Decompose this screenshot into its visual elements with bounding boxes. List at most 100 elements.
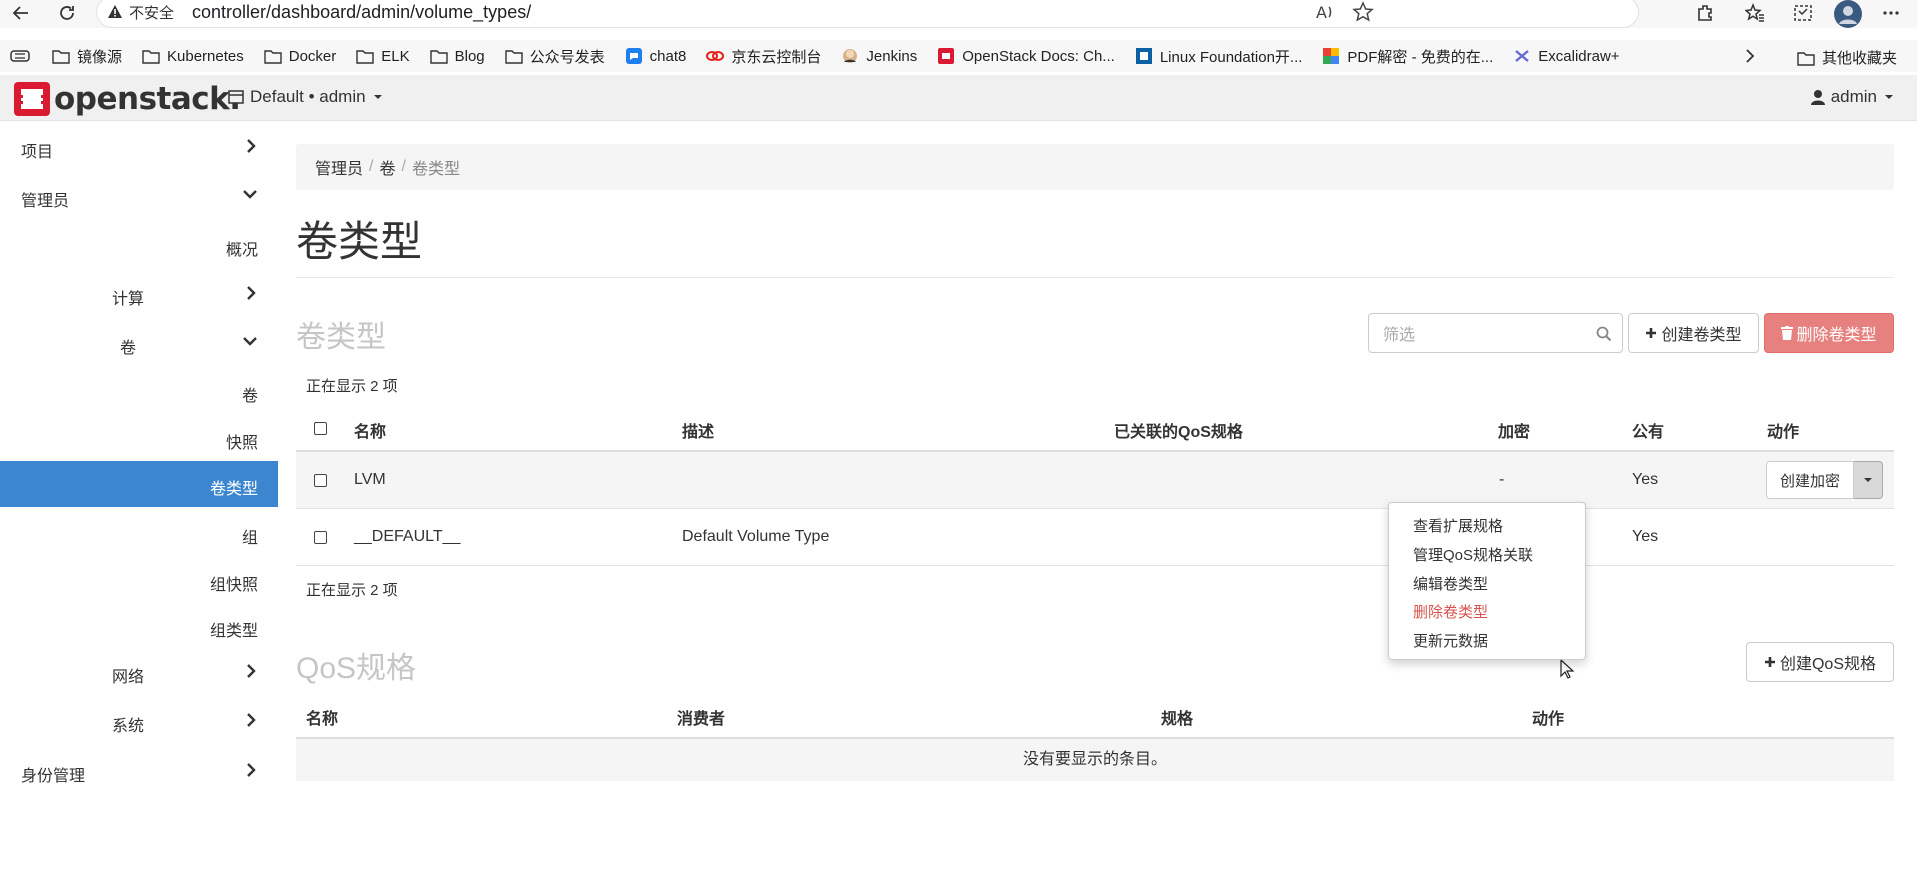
column-header-encryption[interactable]: 加密 xyxy=(1498,418,1530,442)
user-icon xyxy=(1810,90,1825,105)
row-name[interactable]: __DEFAULT__ xyxy=(354,528,460,546)
sidebar-item-network[interactable]: 网络 xyxy=(0,649,278,695)
menu-item-view-extra-specs[interactable]: 查看扩展规格 xyxy=(1413,515,1503,536)
chevron-right-icon xyxy=(247,713,256,727)
url-text: controller/dashboard/admin/volume_types/ xyxy=(192,1,532,22)
bookmark-item[interactable]: chat8 xyxy=(625,48,686,65)
row-description: Default Volume Type xyxy=(682,528,830,545)
more-menu-icon[interactable] xyxy=(1880,2,1902,24)
chevron-right-icon xyxy=(247,139,256,153)
other-bookmarks[interactable]: 其他收藏夹 xyxy=(1797,47,1897,68)
caret-down-icon xyxy=(373,95,382,99)
sidebar-item-volume[interactable]: 卷 xyxy=(0,320,278,366)
column-header-consumer[interactable]: 消费者 xyxy=(677,705,725,729)
breadcrumb: 管理员 / 卷 / 卷类型 xyxy=(296,144,1894,190)
bookmark-item[interactable]: ELK xyxy=(356,48,410,65)
openstack-icon xyxy=(938,48,955,64)
bookmark-item[interactable]: Excalidraw+ xyxy=(1513,48,1620,65)
bookmark-item[interactable]: Kubernetes xyxy=(142,48,244,65)
project-icon xyxy=(228,90,244,104)
reload-icon[interactable] xyxy=(56,2,78,24)
favorite-star-icon[interactable] xyxy=(1352,1,1374,23)
select-all-checkbox[interactable] xyxy=(314,422,327,435)
excalidraw-icon xyxy=(1515,50,1530,62)
caret-down-icon xyxy=(1864,478,1872,482)
column-header-qos-name[interactable]: 名称 xyxy=(306,705,338,729)
bookmark-item[interactable]: 镜像源 xyxy=(52,46,122,67)
chevron-right-icon[interactable] xyxy=(1743,48,1757,64)
caret-down-icon xyxy=(1885,95,1893,99)
column-header-name[interactable]: 名称 xyxy=(354,418,386,442)
sidebar-item-system[interactable]: 系统 xyxy=(0,698,278,744)
column-header-qos[interactable]: 已关联的QoS规格 xyxy=(1114,418,1243,442)
bookmark-item[interactable]: 公众号发表 xyxy=(504,46,605,67)
bookmark-item[interactable]: OpenStack Docs: Ch... xyxy=(937,48,1115,65)
collections-icon[interactable] xyxy=(10,48,32,64)
folder-icon xyxy=(142,50,160,64)
sidebar-item-volumes[interactable]: 卷 xyxy=(0,368,278,414)
folder-icon xyxy=(264,50,282,64)
search-icon[interactable] xyxy=(1596,326,1612,342)
menu-item-delete-volume-type[interactable]: 删除卷类型 xyxy=(1413,601,1488,622)
top-navbar: openstack. Default • admin admin xyxy=(0,75,1917,121)
sidebar-item-identity[interactable]: 身份管理 xyxy=(0,748,278,794)
folder-icon xyxy=(52,50,70,64)
filter-input[interactable]: 筛选 xyxy=(1368,313,1623,353)
bookmark-item[interactable]: Jenkins xyxy=(841,48,917,65)
bookmark-item[interactable]: 京东云控制台 xyxy=(706,46,821,67)
column-header-public[interactable]: 公有 xyxy=(1632,418,1664,442)
sidebar-item-snapshots[interactable]: 快照 xyxy=(0,415,278,461)
create-volume-type-button[interactable]: 创建卷类型 xyxy=(1628,313,1759,353)
profile-avatar[interactable] xyxy=(1834,0,1862,28)
address-bar[interactable]: 不安全 controller/dashboard/admin/volume_ty… xyxy=(96,0,1639,28)
sidebar-item-compute[interactable]: 计算 xyxy=(0,271,278,317)
insecure-label: 不安全 xyxy=(129,4,175,22)
menu-item-manage-qos[interactable]: 管理QoS规格关联 xyxy=(1413,544,1533,565)
row-public: Yes xyxy=(1632,471,1659,488)
row-name[interactable]: LVM xyxy=(354,471,386,489)
row-checkbox[interactable] xyxy=(314,474,327,487)
bookmark-item[interactable]: Docker xyxy=(264,48,336,65)
sidebar-item-volume-types[interactable]: 卷类型 xyxy=(0,461,278,507)
pdf-tool-icon xyxy=(1323,48,1340,64)
jdcloud-icon xyxy=(706,51,725,61)
sidebar-item-group-snapshots[interactable]: 组快照 xyxy=(0,557,278,603)
openstack-logo[interactable]: openstack. xyxy=(14,81,241,117)
breadcrumb-item[interactable]: 管理员 xyxy=(315,155,363,179)
actions-dropdown-toggle[interactable] xyxy=(1854,461,1883,499)
column-header-description[interactable]: 描述 xyxy=(682,418,714,442)
project-selector[interactable]: Default • admin xyxy=(228,87,384,107)
menu-item-update-metadata[interactable]: 更新元数据 xyxy=(1413,630,1488,651)
warning-icon xyxy=(107,4,123,20)
folder-icon xyxy=(504,50,523,64)
breadcrumb-item[interactable]: 卷 xyxy=(379,155,395,179)
favorites-icon[interactable] xyxy=(1744,2,1766,24)
menu-item-edit-volume-type[interactable]: 编辑卷类型 xyxy=(1413,573,1488,594)
user-menu[interactable]: admin xyxy=(1810,87,1895,107)
sidebar-item-overview[interactable]: 概况 xyxy=(0,222,278,268)
delete-volume-type-button[interactable]: 删除卷类型 xyxy=(1764,313,1894,353)
sidebar-item-groups[interactable]: 组 xyxy=(0,510,278,556)
chevron-down-icon xyxy=(243,337,257,346)
column-header-specs[interactable]: 规格 xyxy=(1161,705,1193,729)
back-icon[interactable] xyxy=(10,2,32,24)
row-public: Yes xyxy=(1632,528,1659,545)
divider xyxy=(296,277,1894,278)
sidebar-item-admin[interactable]: 管理员 xyxy=(0,173,278,219)
create-qos-button[interactable]: 创建QoS规格 xyxy=(1746,642,1894,682)
screenshot-icon[interactable] xyxy=(1792,2,1814,24)
sidebar-item-project[interactable]: 项目 xyxy=(0,124,278,170)
folder-icon xyxy=(1797,51,1815,66)
bookmark-item[interactable]: Linux Foundation开... xyxy=(1135,46,1302,67)
bookmark-item[interactable]: PDF解密 - 免费的在... xyxy=(1322,46,1493,67)
sidebar-item-group-types[interactable]: 组类型 xyxy=(0,603,278,649)
read-aloud-icon[interactable]: A xyxy=(1314,1,1336,23)
row-actions-dropdown: 查看扩展规格 管理QoS规格关联 编辑卷类型 删除卷类型 更新元数据 xyxy=(1388,502,1586,660)
row-checkbox[interactable] xyxy=(314,531,327,544)
bookmark-item[interactable]: Blog xyxy=(429,48,485,65)
extensions-icon[interactable] xyxy=(1694,2,1716,24)
row-encryption: - xyxy=(1499,471,1505,488)
create-encryption-button[interactable]: 创建加密 xyxy=(1766,461,1854,499)
plus-icon xyxy=(1764,657,1775,667)
section-title-volume-types: 卷类型 xyxy=(296,321,386,354)
